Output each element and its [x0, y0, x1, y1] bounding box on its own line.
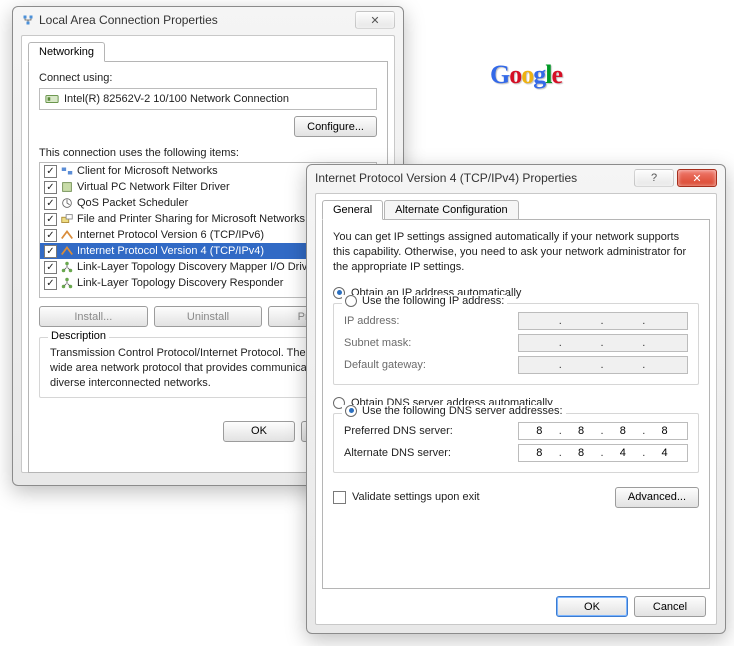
subnet-label: Subnet mask: [344, 337, 411, 349]
uninstall-button[interactable]: Uninstall [154, 306, 263, 327]
driver-icon [60, 180, 74, 194]
adapter-name: Intel(R) 82562V-2 10/100 Network Connect… [64, 93, 289, 105]
ok-button[interactable]: OK [556, 596, 628, 617]
client-icon [60, 164, 74, 178]
checkbox[interactable]: ✓ [44, 197, 57, 210]
lan-window-title: Local Area Connection Properties [39, 13, 352, 27]
checkbox[interactable]: ✓ [44, 261, 57, 274]
description-legend: Description [48, 330, 109, 342]
configure-button[interactable]: Configure... [294, 116, 377, 137]
gateway-label: Default gateway: [344, 359, 426, 371]
adapter-field: Intel(R) 82562V-2 10/100 Network Connect… [39, 88, 377, 110]
pref-dns-label: Preferred DNS server: [344, 425, 453, 437]
topology-icon [60, 276, 74, 290]
topology-icon [60, 260, 74, 274]
alt-dns-label: Alternate DNS server: [344, 447, 451, 459]
ip-address-input: ... [518, 312, 688, 330]
checkbox[interactable]: ✓ [44, 165, 57, 178]
network-icon [21, 13, 35, 27]
protocol-icon [60, 228, 74, 242]
share-icon [60, 212, 74, 226]
tab-general[interactable]: General [322, 200, 383, 220]
intro-text: You can get IP settings assigned automat… [333, 230, 699, 275]
advanced-button[interactable]: Advanced... [615, 487, 699, 508]
ipv4-window-title: Internet Protocol Version 4 (TCP/IPv4) P… [315, 171, 631, 185]
ip-manual-label: Use the following IP address: [362, 295, 504, 307]
radio-dns-manual[interactable] [345, 405, 357, 417]
alt-dns-input[interactable]: 8. 8. 4. 4 [518, 444, 688, 462]
validate-checkbox[interactable] [333, 491, 346, 504]
lan-titlebar: Local Area Connection Properties ✕ [13, 7, 403, 35]
gateway-input: ... [518, 356, 688, 374]
qos-icon [60, 196, 74, 210]
ok-button[interactable]: OK [223, 421, 295, 442]
validate-label: Validate settings upon exit [352, 491, 480, 503]
ip-address-label: IP address: [344, 315, 399, 327]
ipv4-tabs: General Alternate Configuration [322, 200, 710, 220]
dns-manual-label: Use the following DNS server addresses: [362, 405, 563, 417]
cancel-button[interactable]: Cancel [634, 596, 706, 617]
tab-networking[interactable]: Networking [28, 42, 105, 62]
subnet-input: ... [518, 334, 688, 352]
checkbox[interactable]: ✓ [44, 229, 57, 242]
checkbox[interactable]: ✓ [44, 181, 57, 194]
google-logo: G o o g l e [490, 60, 562, 90]
checkbox[interactable]: ✓ [44, 277, 57, 290]
lan-tabs: Networking [28, 42, 388, 62]
ipv4-properties-window: Internet Protocol Version 4 (TCP/IPv4) P… [306, 164, 726, 634]
radio-ip-manual[interactable] [345, 295, 357, 307]
close-button[interactable]: ✕ [677, 169, 717, 187]
pref-dns-input[interactable]: 8. 8. 8. 8 [518, 422, 688, 440]
checkbox[interactable]: ✓ [44, 245, 57, 258]
items-label: This connection uses the following items… [39, 147, 377, 159]
close-button[interactable]: ✕ [355, 11, 395, 29]
protocol-icon [60, 244, 74, 258]
ipv4-titlebar: Internet Protocol Version 4 (TCP/IPv4) P… [307, 165, 725, 193]
connect-using-label: Connect using: [39, 72, 377, 84]
checkbox[interactable]: ✓ [44, 213, 57, 226]
tab-alternate[interactable]: Alternate Configuration [384, 200, 519, 220]
install-button[interactable]: Install... [39, 306, 148, 327]
adapter-icon [45, 92, 59, 106]
help-button[interactable]: ? [634, 169, 674, 187]
